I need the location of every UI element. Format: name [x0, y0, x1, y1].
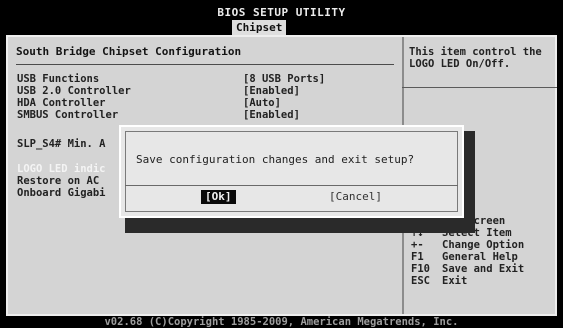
key-row-save-exit: F10 Save and Exit [411, 263, 524, 275]
utility-title: BIOS SETUP UTILITY [217, 6, 346, 19]
setting-hda-controller[interactable]: HDA Controller [17, 97, 106, 109]
copyright: v02.68 (C)Copyright 1985-2009, American … [104, 316, 459, 328]
setting-restore-on-ac[interactable]: Restore on AC [17, 175, 99, 187]
setting-onboard-gigabit[interactable]: Onboard Gigabi [17, 187, 106, 199]
key-label: F1 [411, 251, 424, 263]
ok-button[interactable]: [Ok] [201, 190, 236, 204]
cancel-button[interactable]: [Cancel] [329, 190, 382, 204]
key-desc: General Help [442, 251, 518, 263]
key-row-exit: ESC Exit [411, 275, 524, 287]
dialog-message: Save configuration changes and exit setu… [136, 153, 415, 166]
key-desc: Save and Exit [442, 263, 525, 275]
setting-usb20-controller[interactable]: USB 2.0 Controller [17, 85, 131, 97]
tab-chipset[interactable]: Chipset [232, 20, 287, 35]
title-underline [16, 64, 394, 65]
value-usb-functions[interactable]: [8 USB Ports] [243, 73, 325, 85]
key-label: +- [411, 239, 424, 251]
key-desc: Exit [442, 275, 468, 287]
dialog-inner-border [125, 131, 458, 212]
setting-usb-functions[interactable]: USB Functions [17, 73, 99, 85]
setting-smbus-controller[interactable]: SMBUS Controller [17, 109, 118, 121]
key-label: ESC [411, 275, 430, 287]
value-usb20-controller[interactable]: [Enabled] [243, 85, 300, 97]
setting-slp-s4[interactable]: SLP_S4# Min. A [17, 138, 106, 150]
help-separator [402, 87, 557, 88]
save-exit-dialog: Save configuration changes and exit setu… [119, 125, 464, 218]
key-label: F10 [411, 263, 430, 275]
setting-logo-led[interactable]: LOGO LED indic [17, 163, 106, 175]
page-title: South Bridge Chipset Configuration [16, 45, 242, 58]
value-hda-controller[interactable]: [Auto] [243, 97, 281, 109]
key-row-change-option: +- Change Option [411, 239, 524, 251]
key-row-general-help: F1 General Help [411, 251, 524, 263]
value-smbus-controller[interactable]: [Enabled] [243, 109, 300, 121]
help-text: This item control the LOGO LED On/Off. [409, 46, 542, 70]
bios-screen: BIOS SETUP UTILITY Chipset South Bridge … [0, 0, 563, 328]
key-desc: Change Option [442, 239, 525, 251]
dialog-separator [125, 185, 458, 186]
